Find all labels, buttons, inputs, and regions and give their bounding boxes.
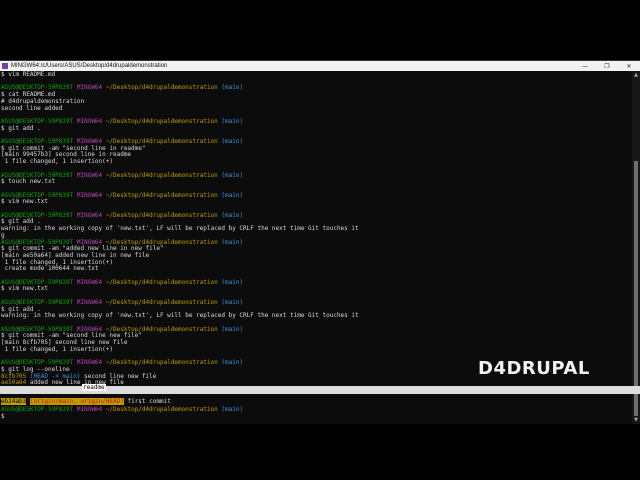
commit-hash: eb24ab3 (1, 398, 27, 405)
output-line: second line added (1, 104, 63, 112)
prompt-path: ~/Desktop/d4drupaldemonstration (105, 359, 218, 367)
output-line: 1 file changed, 1 insertion(+) (1, 345, 113, 353)
output-line: create mode 100644 new.txt (1, 265, 99, 273)
prompt-branch: (main) (221, 325, 244, 333)
command-line: $ (1, 412, 5, 420)
commit-message: first commit (127, 398, 171, 405)
title-bar[interactable]: MINGW64:/c/Users/ASUS/Desktop/d4drupalde… (0, 61, 640, 71)
readme-label: readme (82, 384, 106, 391)
prompt-shell: MINGW64 (76, 211, 103, 219)
mingw-app-icon (2, 63, 8, 69)
window-controls: — ❐ ✕ (574, 61, 640, 71)
screen: { "window": { "title": "MINGW64:/c/Users… (0, 0, 640, 480)
scrollbar[interactable]: ▲ ▼ (632, 71, 640, 424)
prompt-shell: MINGW64 (76, 191, 103, 199)
prompt-path: ~/Desktop/d4drupaldemonstration (105, 191, 218, 199)
prompt-branch: (main) (221, 238, 244, 246)
prompt-path: ~/Desktop/d4drupaldemonstration (105, 117, 218, 125)
prompt-branch: (main) (221, 84, 244, 92)
prompt-shell: MINGW64 (76, 278, 103, 286)
prompt-path: ~/Desktop/d4drupaldemonstration (105, 406, 218, 413)
scroll-down-arrow-icon[interactable]: ▼ (632, 416, 640, 424)
prompt-branch: (main) (221, 359, 244, 367)
commit-refs: (origin/main, origin/HEAD) (29, 398, 124, 405)
prompt-user: ASUS@DESKTOP-59P839T (1, 406, 74, 413)
prompt-shell: MINGW64 (76, 298, 103, 306)
prompt-shell: MINGW64 (76, 84, 103, 92)
scrollbar-thumb[interactable] (634, 161, 638, 416)
prompt-branch: (main) (221, 211, 244, 219)
prompt-shell: MINGW64 (76, 117, 103, 125)
prompt-line: ASUS@DESKTOP-59P839T MINGW64 ~/Desktop/d… (1, 406, 243, 413)
prompt-branch: (main) (221, 117, 244, 125)
prompt-branch: (main) (221, 278, 244, 286)
command-line: $ touch new.txt (1, 178, 56, 186)
prompt-path: ~/Desktop/d4drupaldemonstration (105, 278, 218, 286)
prompt-path: ~/Desktop/d4drupaldemonstration (105, 84, 218, 92)
prompt-branch: (main) (221, 138, 244, 145)
output-line: warning: in the working copy of 'new.txt… (1, 312, 359, 320)
output-line: warning: in the working copy of 'new.txt… (1, 225, 359, 233)
scroll-up-arrow-icon[interactable]: ▲ (632, 71, 640, 79)
prompt-branch: (main) (221, 171, 244, 179)
prompt-path: ~/Desktop/d4drupaldemonstration (105, 298, 218, 306)
maximize-button[interactable]: ❐ (596, 61, 618, 71)
pager-log-line: eb24ab3 (origin/main, origin/HEAD) first… (1, 391, 171, 405)
prompt-shell: MINGW64 (76, 406, 103, 413)
window-title: MINGW64:/c/Users/ASUS/Desktop/d4drupalde… (11, 63, 168, 69)
prompt-branch: (main) (221, 406, 244, 413)
output-line: 1 file changed, 1 insertion(+) (1, 158, 113, 166)
prompt-branch: (main) (221, 191, 244, 199)
command-line: $ vim new.txt (1, 198, 48, 206)
close-button[interactable]: ✕ (618, 61, 640, 71)
prompt-branch: (main) (221, 298, 244, 306)
prompt-shell: MINGW64 (76, 359, 103, 367)
minimize-button[interactable]: — (574, 61, 596, 71)
prompt-shell: MINGW64 (76, 171, 103, 179)
watermark-logo: D4DRUPAL (478, 358, 590, 379)
command-line: $ vim new.txt (1, 285, 48, 293)
command-line: $ git add . (1, 124, 41, 132)
prompt-path: ~/Desktop/d4drupaldemonstration (105, 171, 218, 179)
prompt-path: ~/Desktop/d4drupaldemonstration (105, 211, 218, 219)
command-line: $ vim README.md (1, 71, 56, 78)
